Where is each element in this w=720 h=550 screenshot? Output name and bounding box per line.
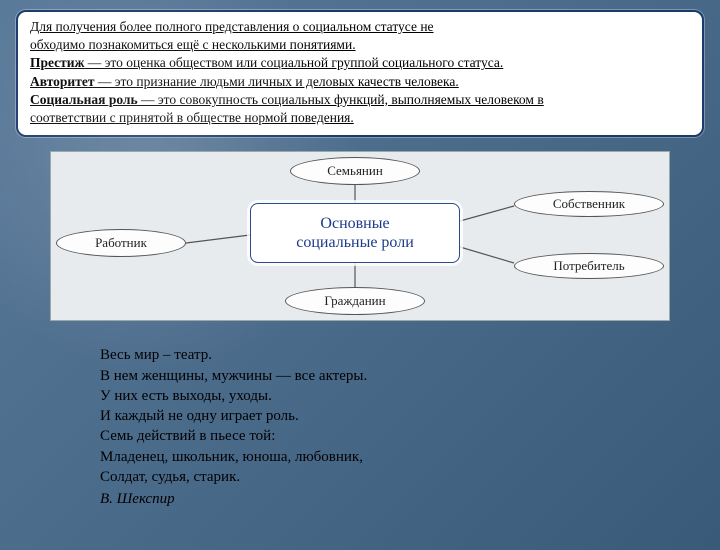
quote-line-1: Весь мир – театр. [100, 345, 720, 365]
def-prestige: — это оценка обществом или социальной гр… [84, 55, 503, 70]
quote-author: В. Шекспир [100, 489, 720, 509]
center-line1: Основные [251, 214, 459, 233]
shakespeare-quote: Весь мир – театр. В нем женщины, мужчины… [100, 345, 720, 509]
quote-line-6: Младенец, школьник, юноша, любовник, [100, 447, 720, 467]
quote-line-5: Семь действий в пьесе той: [100, 426, 720, 446]
definitions-box: Для получения более полного представлени… [16, 10, 704, 137]
def-social-role-2: соответствии с принятой в обществе нормо… [30, 110, 354, 125]
quote-line-7: Солдат, судья, старик. [100, 467, 720, 487]
diagram-center: Основные социальные роли [250, 203, 460, 263]
intro-line2: обходимо познакомиться ещё с несколькими… [30, 37, 356, 52]
def-authority: — это признание людьми личных и деловых … [94, 74, 458, 89]
term-authority: Авторитет [30, 74, 94, 89]
roles-diagram: Семьянин Работник Собственник Потребител… [50, 151, 670, 321]
intro-line1: Для получения более полного представлени… [30, 19, 434, 34]
term-social-role: Социальная роль [30, 92, 138, 107]
quote-line-4: И каждый не одну играет роль. [100, 406, 720, 426]
quote-line-3: У них есть выходы, уходы. [100, 386, 720, 406]
quote-line-2: В нем женщины, мужчины — все актеры. [100, 366, 720, 386]
def-social-role-1: — это совокупность социальных функций, в… [138, 92, 544, 107]
term-prestige: Престиж [30, 55, 84, 70]
center-line2: социальные роли [251, 233, 459, 252]
